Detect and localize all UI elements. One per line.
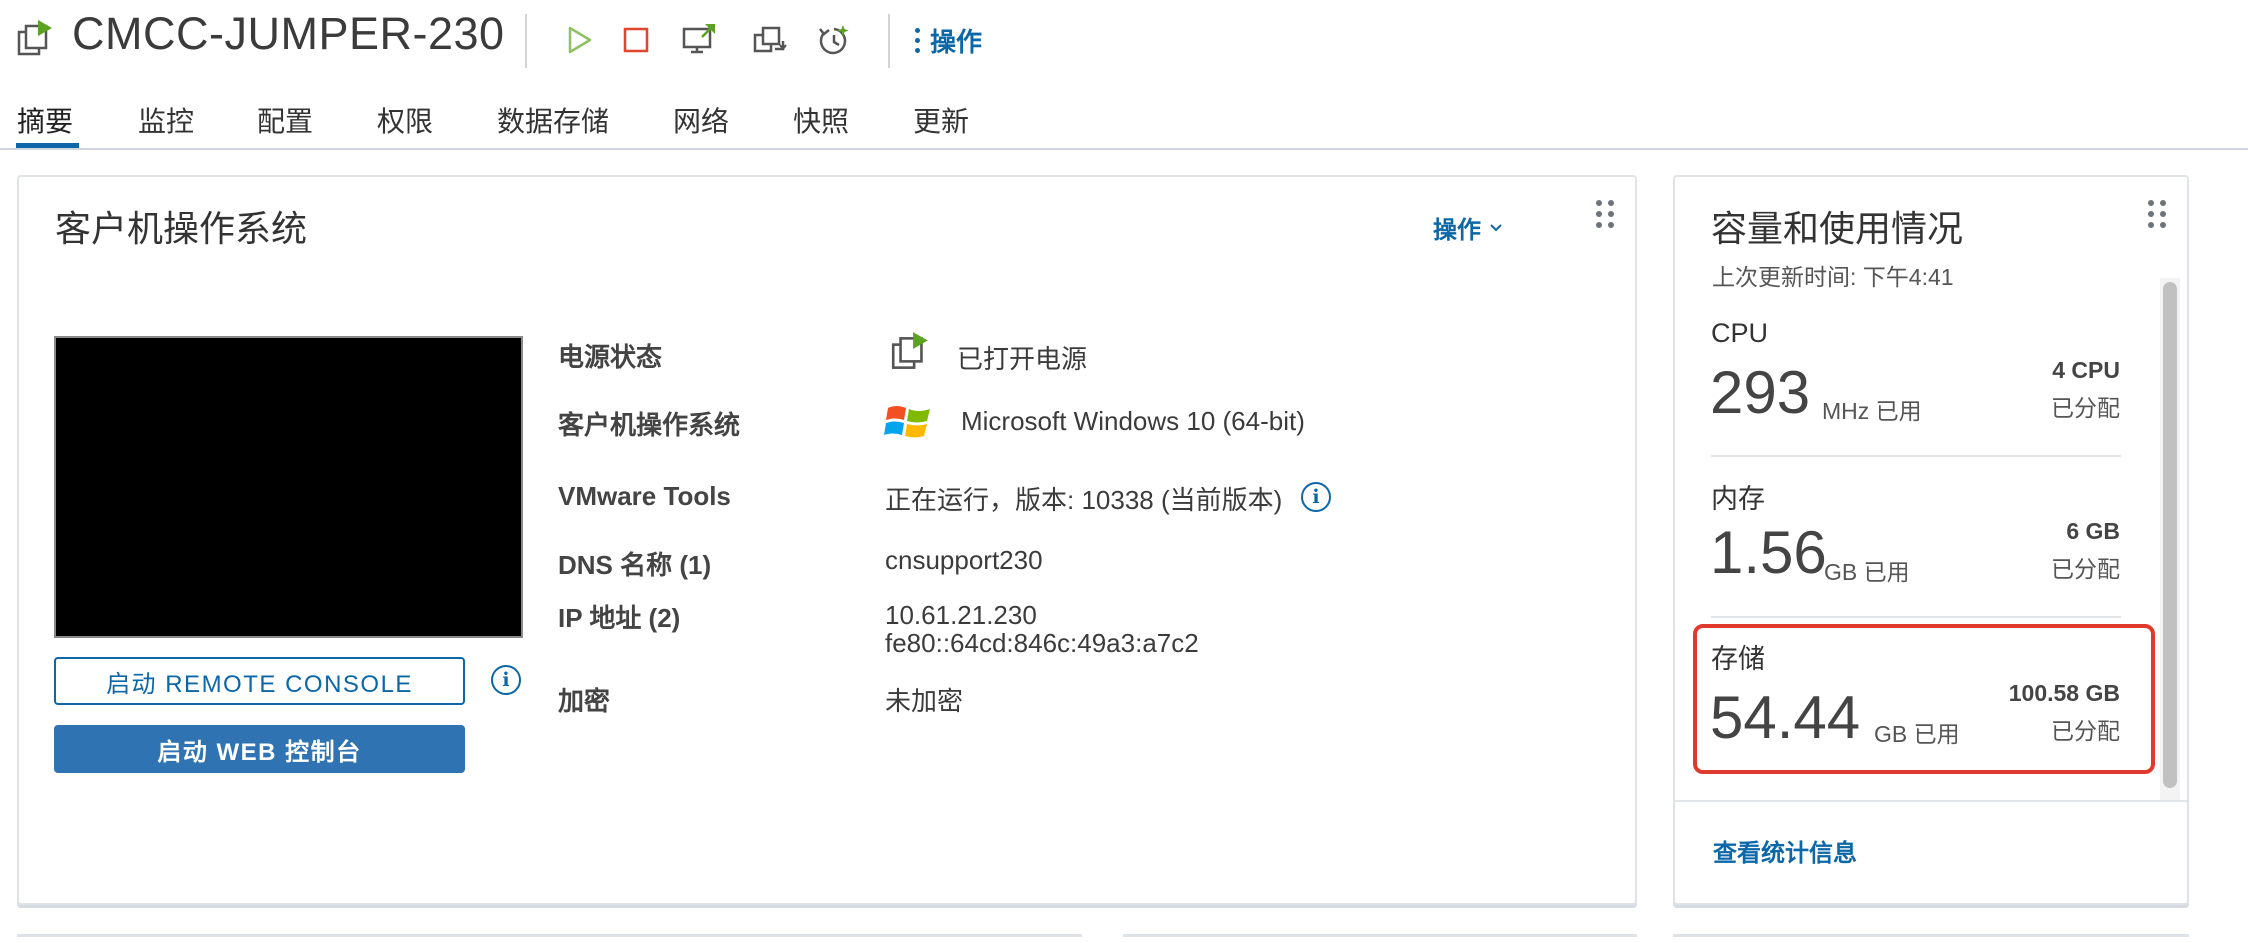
header-actions-label: 操作 [930,27,983,57]
chevron-down-icon [1490,223,1502,231]
memory-used-unit: GB 已用 [1824,559,1910,585]
storage-allocated-value: 100.58 GB [2008,680,2120,706]
drag-handle-icon[interactable] [2148,200,2166,228]
more-vertical-icon [915,28,920,53]
header-actions-menu[interactable]: 操作 [915,22,982,59]
power-on-status-icon [890,330,932,376]
launch-remote-console-button[interactable]: 启动 REMOTE CONSOLE [54,657,465,705]
section-divider [1711,455,2121,457]
guest-os-value: Microsoft Windows 10 (64-bit) [961,406,1305,436]
vm-status-icon [16,18,56,62]
encryption-label: 加密 [558,686,611,716]
vmware-tools-label: VMware Tools [558,481,731,511]
cpu-used-unit: MHz 已用 [1822,398,1922,424]
ip-address-value: 10.61.21.230 [885,600,1037,630]
ip-address-value-2: fe80::64cd:846c:49a3:a7c2 [885,628,1199,658]
view-stats-link[interactable]: 查看统计信息 [1713,833,1857,868]
tab-networks[interactable]: 网络 [673,100,729,140]
migrate-icon[interactable] [745,16,793,64]
cpu-used-value: 293 [1710,359,1811,426]
capacity-scrollbar-thumb[interactable] [2163,282,2177,788]
header-divider [525,14,527,68]
windows-logo-icon [884,400,934,444]
tab-monitor[interactable]: 监控 [138,100,194,140]
vm-title: CMCC-JUMPER-230 [72,8,505,59]
snapshot-icon[interactable] [810,16,858,64]
card-footer-divider [1675,800,2187,802]
info-icon[interactable]: i [491,665,521,695]
guest-os-card-title: 客户机操作系统 [55,208,308,249]
dns-name-label: DNS 名称 (1) [558,550,712,580]
ip-address-label: IP 地址 (2) [558,603,681,633]
storage-used-value: 54.44 [1710,684,1861,751]
bottom-card-edge [17,934,1082,943]
last-updated-text: 上次更新时间: 下午4:41 [1712,264,1954,290]
tab-snapshots[interactable]: 快照 [793,100,849,140]
active-tab-indicator [16,143,79,148]
guest-os-actions-menu[interactable]: 操作 [1433,210,1503,245]
cpu-allocated-value: 4 CPU [2052,357,2120,383]
cpu-allocated-label: 已分配 [2051,395,2120,421]
header-divider [888,14,890,68]
vmware-tools-value: 正在运行，版本: 10338 (当前版本) [885,485,1283,515]
tab-permissions[interactable]: 权限 [377,100,433,140]
cpu-heading: CPU [1711,318,1769,348]
power-on-icon[interactable] [555,16,603,64]
tab-summary[interactable]: 摘要 [17,100,73,140]
dns-name-value: cnsupport230 [885,545,1043,575]
tab-bar: 摘要 监控 配置 权限 数据存储 网络 快照 更新 [0,96,2248,150]
tab-configure[interactable]: 配置 [257,100,313,140]
power-state-label: 电源状态 [558,342,663,372]
power-state-value: 已打开电源 [957,344,1088,374]
launch-web-console-button[interactable]: 启动 WEB 控制台 [54,725,465,773]
guest-os-actions-label: 操作 [1433,217,1481,244]
bottom-card-edge [1673,934,2189,943]
memory-allocated-value: 6 GB [2066,518,2120,544]
launch-console-icon[interactable] [675,16,723,64]
memory-allocated-label: 已分配 [2051,556,2120,582]
tab-updates[interactable]: 更新 [913,100,969,140]
storage-heading: 存储 [1711,644,1765,674]
storage-allocated-label: 已分配 [2051,718,2120,744]
power-off-icon[interactable] [612,16,660,64]
console-thumbnail[interactable] [54,336,523,638]
section-divider [1711,616,2121,618]
info-icon[interactable]: i [1301,482,1331,512]
tab-datastores[interactable]: 数据存储 [497,100,609,140]
capacity-card-title: 容量和使用情况 [1711,208,1964,249]
storage-used-unit: GB 已用 [1874,721,1960,747]
bottom-card-edge [1123,934,1637,943]
memory-used-value: 1.56 [1710,519,1827,586]
drag-handle-icon[interactable] [1596,200,1614,228]
encryption-value: 未加密 [885,686,964,716]
memory-heading: 内存 [1711,484,1765,514]
guest-os-label: 客户机操作系统 [558,410,741,440]
